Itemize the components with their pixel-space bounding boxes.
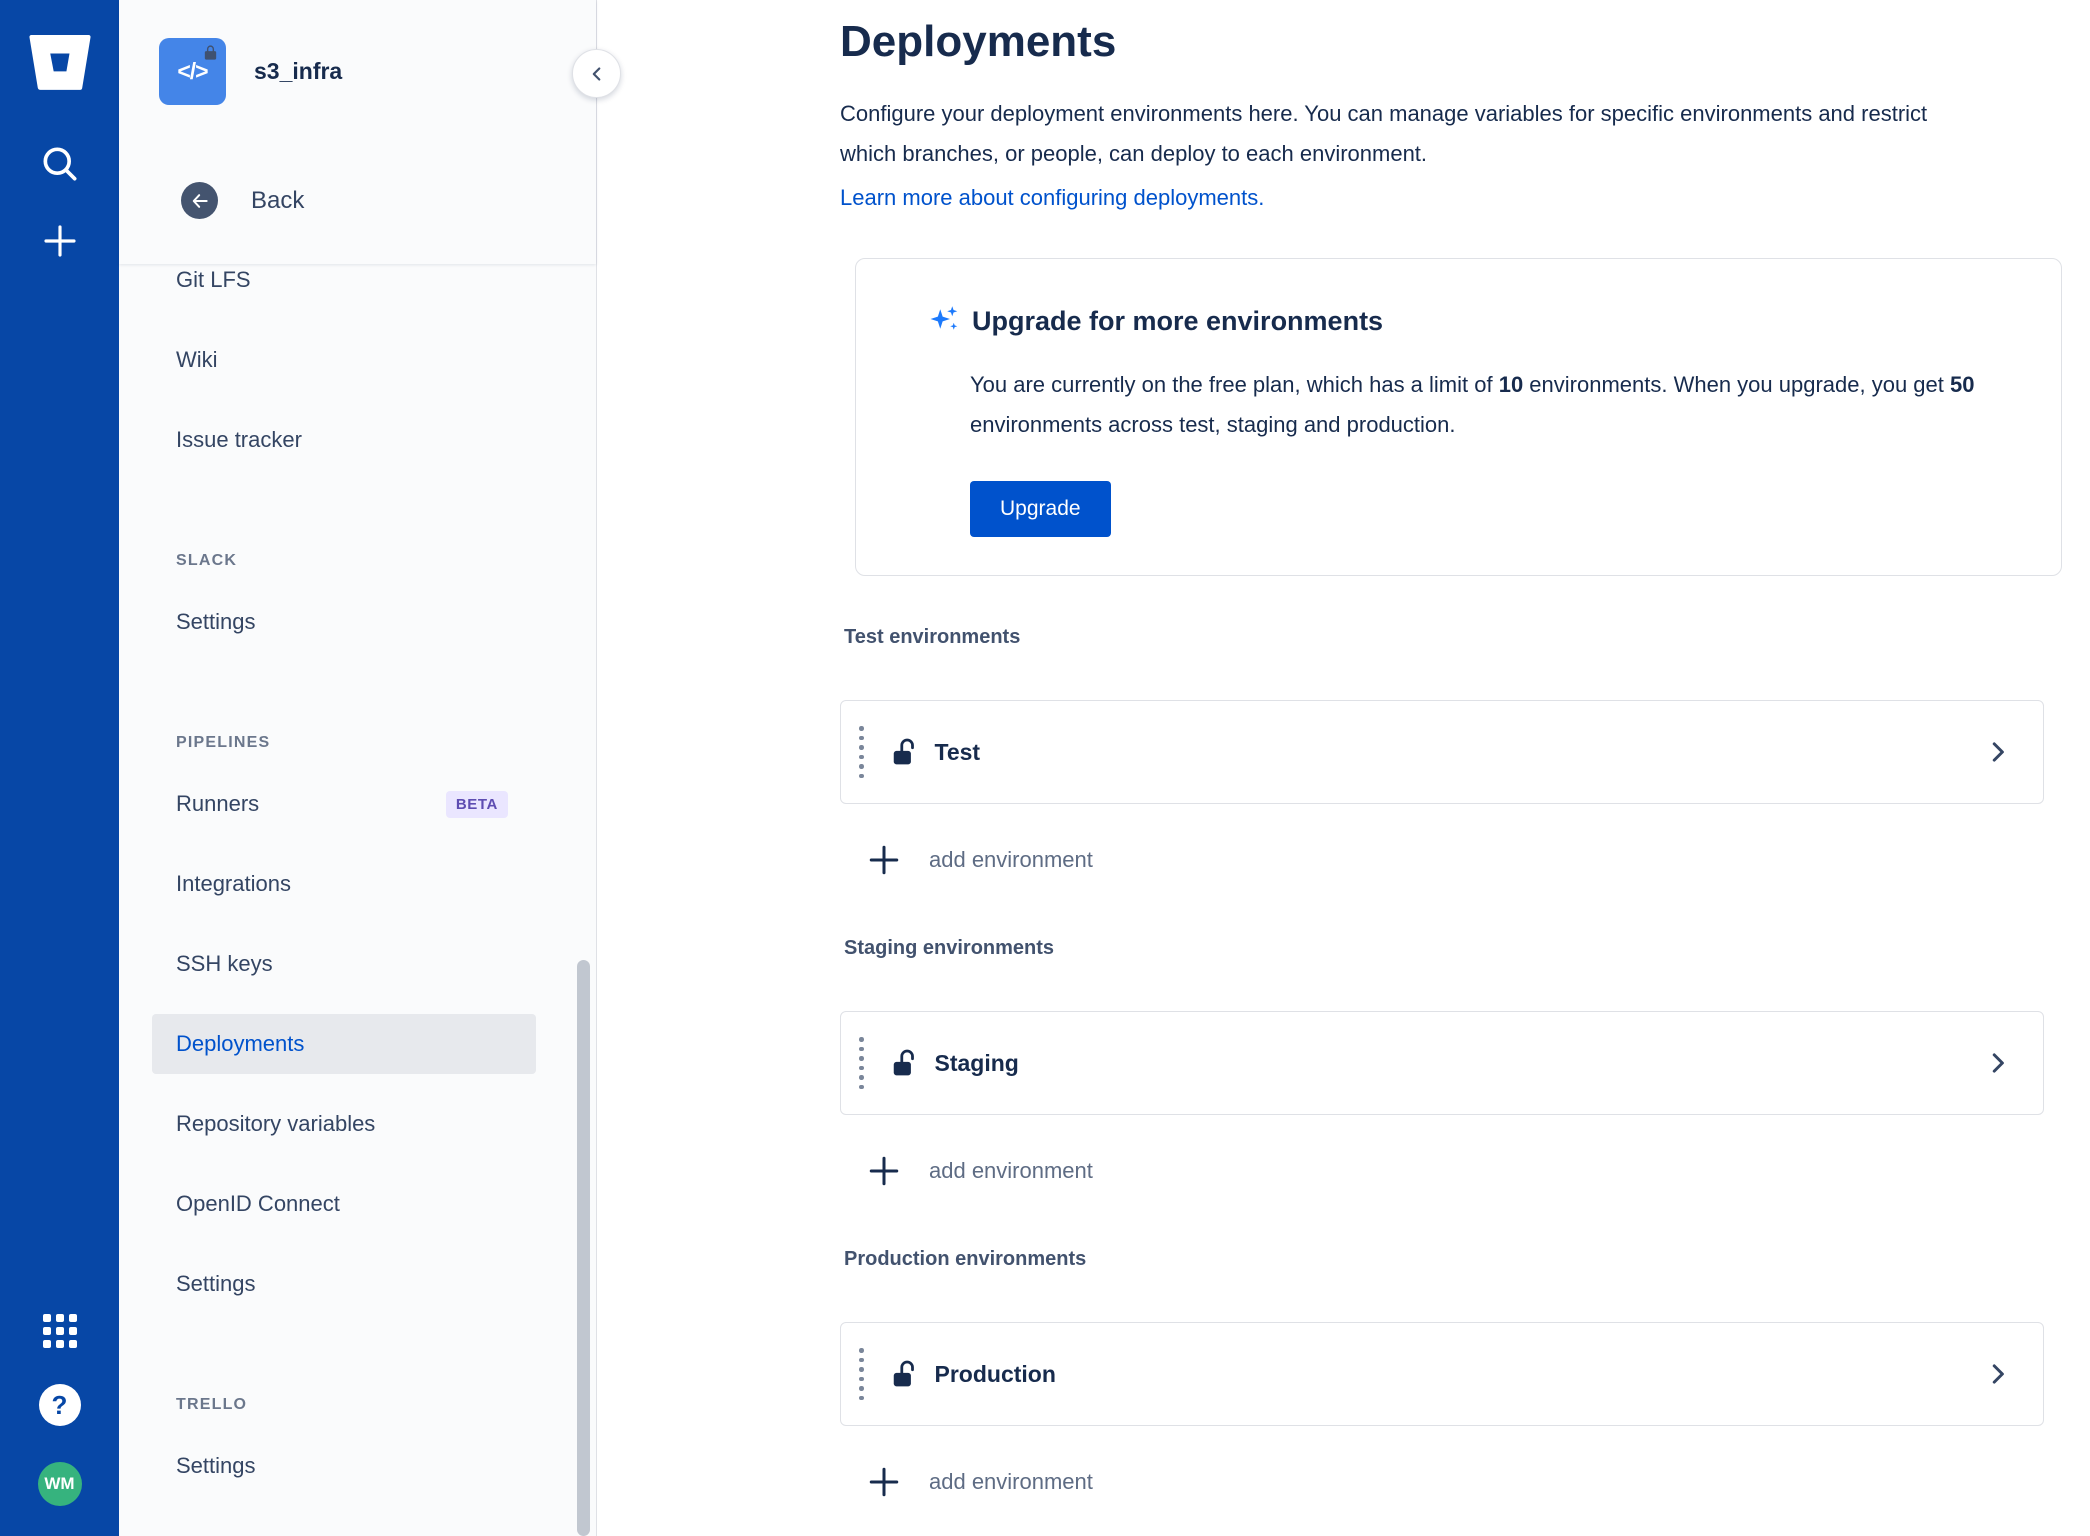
- sidebar-item-label: Wiki: [176, 347, 218, 372]
- bitbucket-logo-icon[interactable]: [28, 34, 92, 92]
- main-content: Deployments Configure your deployment en…: [598, 0, 2090, 1536]
- sidebar-item-label: Settings: [176, 609, 256, 634]
- add-environment-button-test[interactable]: add environment: [840, 832, 2062, 887]
- sidebar-item-label: Issue tracker: [176, 427, 302, 452]
- plus-icon: [856, 832, 911, 887]
- drag-handle-icon[interactable]: [859, 726, 864, 778]
- lock-badge-icon: [199, 41, 221, 63]
- global-nav-bottom: ? WM: [37, 1314, 82, 1506]
- collapse-sidebar-button[interactable]: [572, 49, 621, 98]
- back-button[interactable]: Back: [181, 182, 304, 219]
- unlock-icon: [890, 1359, 920, 1389]
- global-nav-top: [28, 34, 92, 262]
- sidebar-item-label: Integrations: [176, 871, 291, 896]
- sidebar-item-integrations[interactable]: Integrations: [152, 854, 536, 914]
- add-environment-label: add environment: [929, 1157, 1093, 1183]
- group-label-staging: Staging environments: [844, 937, 1055, 959]
- sidebar-item-label: Git LFS: [176, 267, 251, 292]
- upgrade-card-header: Upgrade for more environments: [929, 301, 2001, 341]
- sidebar-item-repository-variables[interactable]: Repository variables: [152, 1094, 536, 1154]
- sidebar-item-label: Runners: [176, 791, 260, 816]
- upgrade-limit-value: 10: [1498, 372, 1524, 397]
- sidebar-item-wiki[interactable]: Wiki: [152, 330, 536, 390]
- chevron-right-icon[interactable]: [1983, 1359, 2013, 1389]
- sidebar-item-label: SSH keys: [176, 951, 273, 976]
- environment-name: Test: [934, 738, 981, 765]
- sidebar-item-pipelines-settings[interactable]: Settings: [152, 1254, 536, 1314]
- page-title: Deployments: [840, 17, 1117, 66]
- upgrade-body-text: environments across test, staging and pr…: [970, 412, 1456, 437]
- sidebar-section-slack: SLACK: [176, 552, 238, 569]
- upgrade-title: Upgrade for more environments: [972, 305, 1384, 336]
- environment-name: Staging: [934, 1049, 1019, 1076]
- sidebar-item-label: OpenID Connect: [176, 1191, 340, 1216]
- page-description: Configure your deployment environments h…: [840, 101, 1928, 166]
- group-label-test: Test environments: [844, 626, 1021, 648]
- sidebar-section-pipelines: PIPELINES: [176, 734, 271, 751]
- sidebar-item-runners[interactable]: Runners BETA: [152, 774, 536, 834]
- user-avatar[interactable]: WM: [37, 1462, 82, 1506]
- sidebar-item-label: Settings: [176, 1271, 256, 1296]
- sidebar-scrollbar[interactable]: [577, 960, 590, 1536]
- sidebar-item-issue-tracker[interactable]: Issue tracker: [152, 410, 536, 470]
- upgrade-body-text: environments. When you upgrade, you get: [1523, 372, 1950, 397]
- back-label: Back: [251, 186, 305, 214]
- create-icon[interactable]: [39, 220, 81, 262]
- unlock-icon: [890, 737, 920, 767]
- chevron-right-icon[interactable]: [1983, 1048, 2013, 1078]
- global-sidebar: ? WM: [0, 0, 119, 1536]
- sidebar-header: </> s3_infra Back: [119, 0, 596, 264]
- drag-handle-icon[interactable]: [859, 1348, 864, 1400]
- unlock-icon: [890, 1048, 920, 1078]
- beta-badge: BETA: [445, 790, 508, 818]
- add-environment-label: add environment: [929, 846, 1093, 872]
- page: ? WM </> s3_infra Back Git LFS Wiki Issu…: [0, 0, 2090, 1536]
- sidebar-item-deployments[interactable]: Deployments: [152, 1014, 536, 1074]
- sidebar-item-trello-settings[interactable]: Settings: [152, 1436, 536, 1496]
- upgrade-body: You are currently on the free plan, whic…: [970, 365, 1990, 445]
- upgrade-card: Upgrade for more environments You are cu…: [855, 258, 2062, 576]
- environment-name: Production: [934, 1360, 1056, 1387]
- add-environment-button-staging[interactable]: add environment: [840, 1143, 2062, 1198]
- upgrade-body-text: You are currently on the free plan, whic…: [970, 372, 1499, 397]
- sidebar-item-ssh-keys[interactable]: SSH keys: [152, 934, 536, 994]
- repo-sidebar: </> s3_infra Back Git LFS Wiki Issue tra…: [119, 0, 621, 1536]
- add-environment-button-production[interactable]: add environment: [840, 1454, 2062, 1509]
- plus-icon: [856, 1143, 911, 1198]
- upgrade-button[interactable]: Upgrade: [970, 481, 1111, 537]
- add-environment-label: add environment: [929, 1468, 1093, 1494]
- sparkle-icon: [929, 304, 959, 339]
- sidebar-item-git-lfs[interactable]: Git LFS: [152, 264, 536, 310]
- drag-handle-icon[interactable]: [859, 1037, 864, 1089]
- search-icon[interactable]: [38, 142, 82, 186]
- repo-name: s3_infra: [254, 57, 343, 84]
- environment-card-test[interactable]: Test: [840, 700, 2044, 804]
- upgrade-upgraded-value: 50: [1950, 372, 1975, 397]
- sidebar-nav: Git LFS Wiki Issue tracker SLACK Setting…: [119, 264, 596, 1536]
- help-icon[interactable]: ?: [38, 1384, 81, 1426]
- environment-card-staging[interactable]: Staging: [840, 1011, 2044, 1115]
- apps-grid-icon[interactable]: [42, 1314, 77, 1348]
- repo-avatar: </>: [159, 38, 226, 105]
- plus-icon: [856, 1454, 911, 1509]
- sidebar-item-slack-settings[interactable]: Settings: [152, 592, 536, 652]
- sidebar-item-label: Repository variables: [176, 1111, 376, 1136]
- group-label-production: Production environments: [844, 1248, 1087, 1270]
- environment-card-production[interactable]: Production: [840, 1322, 2044, 1426]
- sidebar-item-label: Settings: [176, 1453, 256, 1478]
- back-arrow-icon: [181, 182, 218, 219]
- sidebar-section-trello: TRELLO: [176, 1396, 248, 1413]
- learn-more-link[interactable]: Learn more about configuring deployments…: [840, 184, 1264, 212]
- sidebar-item-openid-connect[interactable]: OpenID Connect: [152, 1174, 536, 1234]
- chevron-right-icon[interactable]: [1983, 737, 2013, 767]
- sidebar-item-label: Deployments: [176, 1031, 305, 1056]
